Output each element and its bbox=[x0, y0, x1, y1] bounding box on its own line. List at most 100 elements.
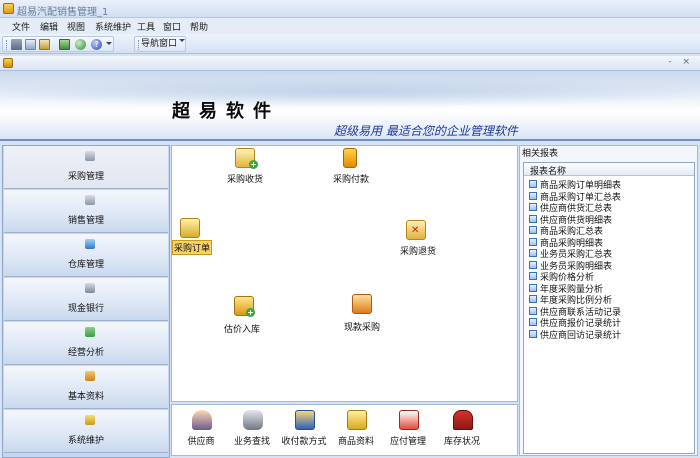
menu-bar: 文件 编辑 视图 系统维护 工具 窗口 帮助 bbox=[0, 18, 700, 34]
child-window-icon[interactable] bbox=[3, 58, 13, 68]
plus-icon: + bbox=[246, 308, 255, 317]
analysis-icon bbox=[85, 327, 95, 337]
toolbar: ? 导航窗口 bbox=[0, 34, 700, 54]
shortcut-payment-method[interactable]: 收付款方式 bbox=[277, 405, 331, 457]
nav-item-cash-bank[interactable]: 现金银行 bbox=[4, 278, 168, 321]
list-item[interactable]: 采购价格分析 bbox=[527, 270, 693, 283]
shortcut-inventory[interactable]: 库存状况 bbox=[435, 405, 489, 457]
payment-method-icon bbox=[295, 410, 315, 430]
flow-label: 估价入库 bbox=[224, 325, 261, 335]
list-item[interactable]: 业务员采购明细表 bbox=[527, 259, 693, 272]
report-icon bbox=[529, 318, 537, 326]
sales-icon bbox=[85, 195, 95, 205]
nav-item-label: 销售管理 bbox=[67, 216, 104, 226]
list-item-label: 供应商回访记录统计 bbox=[540, 330, 622, 341]
shortcut-business-search[interactable]: 业务查找 bbox=[225, 405, 279, 457]
purchase-flow-canvas: + 采购收货 采购付款 采购订单 ✕ 采购退货 + 估价入库 现款采购 bbox=[171, 145, 518, 402]
list-item[interactable]: 供应商供货汇总表 bbox=[527, 201, 693, 214]
brand-slogan: 超级易用 最适合您的企业管理软件 bbox=[334, 124, 518, 138]
banner-decoration bbox=[0, 77, 700, 107]
cash-bank-icon bbox=[85, 283, 95, 293]
shortcut-goods[interactable]: 商品资料 bbox=[329, 405, 383, 457]
title-bar: 超易汽配销售管理_1 bbox=[0, 0, 700, 18]
payment-icon bbox=[343, 148, 357, 168]
nav-item-label: 仓库管理 bbox=[67, 260, 104, 270]
left-nav: 采购管理 销售管理 仓库管理 现金银行 经营分析 基本资料 系统维护 bbox=[2, 145, 170, 458]
nav-window-button[interactable]: 导航窗口 bbox=[141, 36, 177, 49]
flow-label: 采购收货 bbox=[227, 175, 264, 185]
list-item[interactable]: 商品采购汇总表 bbox=[527, 224, 693, 237]
chevron-down-icon[interactable] bbox=[106, 42, 112, 45]
system-maintenance-icon bbox=[85, 415, 95, 425]
list-item[interactable]: 年度采购量分析 bbox=[527, 282, 693, 295]
report-icon bbox=[529, 180, 537, 188]
nav-item-sales[interactable]: 销售管理 bbox=[4, 190, 168, 233]
list-item[interactable]: 业务员采购汇总表 bbox=[527, 247, 693, 260]
reports-column-header-label: 报表名称 bbox=[530, 167, 567, 177]
menu-tools[interactable]: 工具 bbox=[137, 20, 155, 33]
report-icon bbox=[529, 191, 537, 200]
list-item[interactable]: 供应商报价记录统计 bbox=[527, 316, 693, 329]
flow-label: 现款采购 bbox=[344, 323, 381, 333]
list-item[interactable]: 商品采购明细表 bbox=[527, 236, 693, 249]
shortcut-label: 库存状况 bbox=[443, 437, 480, 447]
report-icon bbox=[529, 237, 537, 246]
list-item[interactable]: 商品采购订单汇总表 bbox=[527, 190, 693, 203]
report-icon bbox=[529, 272, 537, 280]
report-icon bbox=[529, 295, 537, 303]
shortcut-payable[interactable]: 应付管理 bbox=[381, 405, 435, 457]
toolbar-grip[interactable] bbox=[138, 40, 140, 50]
app-icon bbox=[3, 3, 14, 14]
brand-name: 超易软件 bbox=[172, 101, 280, 122]
list-item[interactable]: 年度采购比例分析 bbox=[527, 293, 693, 306]
cut-icon[interactable] bbox=[11, 39, 22, 50]
shortcut-label: 收付款方式 bbox=[281, 437, 327, 447]
menu-file[interactable]: 文件 bbox=[12, 20, 30, 33]
report-icon bbox=[529, 283, 537, 292]
window-title: 超易汽配销售管理_1 bbox=[17, 7, 109, 18]
report-icon bbox=[529, 214, 537, 223]
list-item[interactable]: 供应商回访记录统计 bbox=[527, 328, 693, 341]
nav-item-purchase[interactable]: 采购管理 bbox=[4, 146, 168, 189]
copy-icon[interactable] bbox=[25, 39, 36, 50]
globe-icon[interactable] bbox=[75, 39, 86, 50]
chevron-down-icon[interactable] bbox=[179, 39, 185, 42]
banner: 超易软件 超级易用 最适合您的企业管理软件 bbox=[0, 71, 700, 143]
reports-panel-title: 相关报表 bbox=[522, 149, 559, 159]
child-window-controls[interactable]: - × bbox=[668, 57, 694, 67]
list-item[interactable]: 商品采购订单明细表 bbox=[527, 178, 693, 191]
nav-item-basic-data[interactable]: 基本资料 bbox=[4, 366, 168, 409]
report-icon bbox=[529, 203, 537, 211]
calculator-icon bbox=[399, 410, 419, 430]
menu-window[interactable]: 窗口 bbox=[163, 20, 181, 33]
nav-item-system-maintenance[interactable]: 系统维护 bbox=[4, 410, 168, 453]
menu-view[interactable]: 视图 bbox=[67, 20, 85, 33]
flow-label: 采购退货 bbox=[400, 247, 437, 257]
nav-item-analysis[interactable]: 经营分析 bbox=[4, 322, 168, 365]
nav-item-label: 系统维护 bbox=[67, 436, 104, 446]
tree-icon[interactable] bbox=[59, 39, 70, 50]
nav-item-warehouse[interactable]: 仓库管理 bbox=[4, 234, 168, 277]
related-reports-panel: 相关报表 报表名称 商品采购订单明细表 商品采购订单汇总表 供应商供货汇总表 供… bbox=[519, 145, 698, 456]
purchase-icon bbox=[85, 151, 95, 161]
help-icon[interactable]: ? bbox=[91, 39, 102, 50]
nav-item-label: 现金银行 bbox=[67, 304, 104, 314]
x-icon: ✕ bbox=[411, 225, 420, 236]
menu-edit[interactable]: 编辑 bbox=[40, 20, 58, 33]
reports-column-header[interactable]: 报表名称 bbox=[524, 163, 694, 177]
reports-list[interactable]: 报表名称 商品采购订单明细表 商品采购订单汇总表 供应商供货汇总表 供应商供货明… bbox=[523, 162, 695, 454]
list-item[interactable]: 供应商供货明细表 bbox=[527, 213, 693, 226]
goods-icon bbox=[347, 410, 367, 430]
paste-icon[interactable] bbox=[39, 39, 50, 50]
report-icon bbox=[529, 249, 537, 257]
shortcut-label: 供应商 bbox=[187, 437, 215, 447]
nav-item-label: 经营分析 bbox=[67, 348, 104, 358]
list-item[interactable]: 供应商联系活动记录 bbox=[527, 305, 693, 318]
toolbar-grip[interactable] bbox=[6, 40, 8, 50]
shortcut-label: 业务查找 bbox=[233, 437, 270, 447]
cash-purchase-icon bbox=[352, 294, 372, 314]
menu-system-maintenance[interactable]: 系统维护 bbox=[95, 20, 131, 33]
shortcut-supplier[interactable]: 供应商 bbox=[174, 405, 228, 457]
banner-divider bbox=[0, 139, 700, 141]
menu-help[interactable]: 帮助 bbox=[190, 20, 208, 33]
